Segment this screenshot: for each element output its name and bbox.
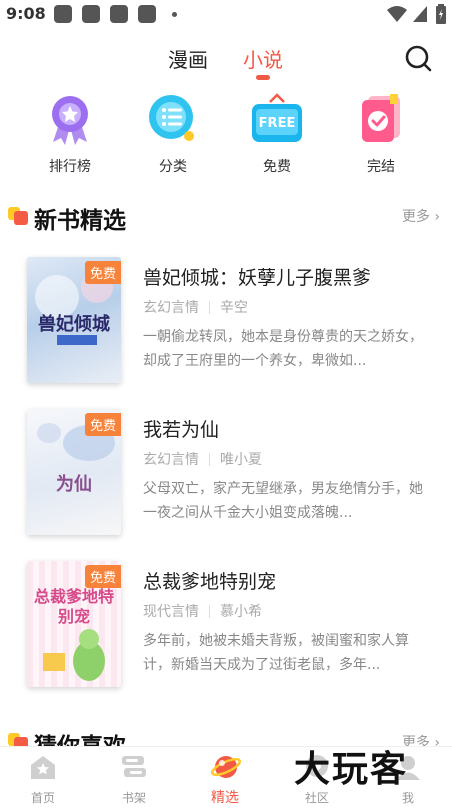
book-title: 兽妃倾城：妖孽儿子腹黑爹 — [143, 267, 372, 289]
wifi-icon — [387, 6, 407, 22]
free-badge: 免费 — [84, 413, 121, 436]
book-genre: 玄幻言情 — [143, 452, 199, 468]
tab-comics[interactable]: 漫画 — [168, 44, 208, 73]
book-author: 慕小希 — [220, 604, 262, 620]
cover-title: 兽妃倾城 — [38, 314, 110, 335]
category-label: 分类 — [159, 159, 187, 175]
book-item[interactable]: 为仙 免费 我若为仙 玄幻言情 唯小夏 父母双亡，家产无望继承，男友绝情分手，她一… — [27, 409, 427, 539]
book-item[interactable]: 兽妃倾城 免费 兽妃倾城：妖孽儿子腹黑爹 玄幻言情 辛空 一朝偷龙转凤，她本是身份… — [27, 257, 427, 387]
free-badge: 免费 — [84, 565, 121, 588]
status-bar: 9:08 — [0, 0, 452, 30]
nav-bookshelf[interactable]: 书架 — [104, 753, 164, 806]
planet-icon — [210, 753, 242, 781]
book-cover: 兽妃倾城 免费 — [27, 257, 121, 383]
tab-novels[interactable]: 小说 — [243, 44, 283, 73]
nav-label: 精选 — [211, 790, 239, 806]
free-icon: FREE — [250, 92, 304, 146]
nav-label: 首页 — [30, 791, 55, 805]
book-author: 辛空 — [220, 300, 248, 316]
category-ranking[interactable]: 排行榜 — [35, 92, 105, 176]
category-completed[interactable]: 完结 — [346, 92, 416, 176]
cover-title: 总裁爹地特别宠 — [33, 587, 114, 626]
section-title: 新书精选 — [34, 208, 126, 234]
book-title: 总裁爹地特别宠 — [143, 571, 277, 593]
book-meta: 现代言情 慕小希 — [143, 601, 262, 621]
book-meta: 玄幻言情 辛空 — [143, 297, 248, 317]
notification-icon — [110, 5, 128, 23]
nav-featured[interactable]: 精选 — [195, 753, 255, 807]
section-header-new-books: 新书精选 更多 › — [8, 200, 444, 234]
notification-icon — [54, 5, 72, 23]
battery-icon — [436, 4, 446, 24]
svg-text:FREE: FREE — [259, 116, 296, 131]
nav-home[interactable]: 首页 — [13, 753, 73, 806]
ranking-icon — [43, 92, 97, 146]
category-free[interactable]: FREE 免费 — [242, 92, 312, 176]
watermark-text: 大玩客 — [294, 749, 409, 790]
completed-icon — [354, 92, 408, 146]
home-icon — [29, 753, 57, 781]
tab-indicator — [256, 75, 270, 80]
category-label: 排行榜 — [49, 159, 91, 175]
free-badge: 免费 — [84, 261, 121, 284]
signal-icon — [413, 6, 427, 22]
notification-icon — [82, 5, 100, 23]
notification-icon — [138, 5, 156, 23]
book-description: 一朝偷龙转凤，她本是身份尊贵的天之娇女，却成了王府里的一个养女，卑微如... — [143, 329, 423, 369]
section-icon — [8, 207, 28, 225]
cover-title: 为仙 — [56, 474, 92, 495]
category-icon — [146, 92, 200, 146]
category-classify[interactable]: 分类 — [138, 92, 208, 176]
bookshelf-icon — [120, 753, 148, 781]
category-label: 免费 — [263, 159, 291, 175]
book-description: 父母双亡，家产无望继承，男友绝情分手，她一夜之间从千金大小姐变成落魄... — [143, 481, 423, 521]
search-icon[interactable] — [404, 44, 432, 72]
book-cover: 总裁爹地特别宠 免费 — [27, 561, 121, 687]
category-label: 完结 — [367, 159, 395, 175]
status-time: 9:08 — [6, 4, 46, 23]
nav-label: 书架 — [121, 791, 146, 805]
book-genre: 现代言情 — [143, 604, 199, 620]
book-item[interactable]: 总裁爹地特别宠 免费 总裁爹地特别宠 现代言情 慕小希 多年前，她被未婚夫背叛，被… — [27, 561, 427, 691]
book-description: 多年前，她被未婚夫背叛，被闺蜜和家人算计，新婚当天成为了过街老鼠，多年... — [143, 633, 409, 673]
book-cover: 为仙 免费 — [27, 409, 121, 535]
more-link[interactable]: 更多 › — [402, 206, 440, 226]
more-notifications-icon — [172, 12, 177, 17]
book-meta: 玄幻言情 唯小夏 — [143, 449, 262, 469]
book-title: 我若为仙 — [143, 419, 220, 441]
book-genre: 玄幻言情 — [143, 300, 199, 316]
book-author: 唯小夏 — [220, 452, 262, 468]
